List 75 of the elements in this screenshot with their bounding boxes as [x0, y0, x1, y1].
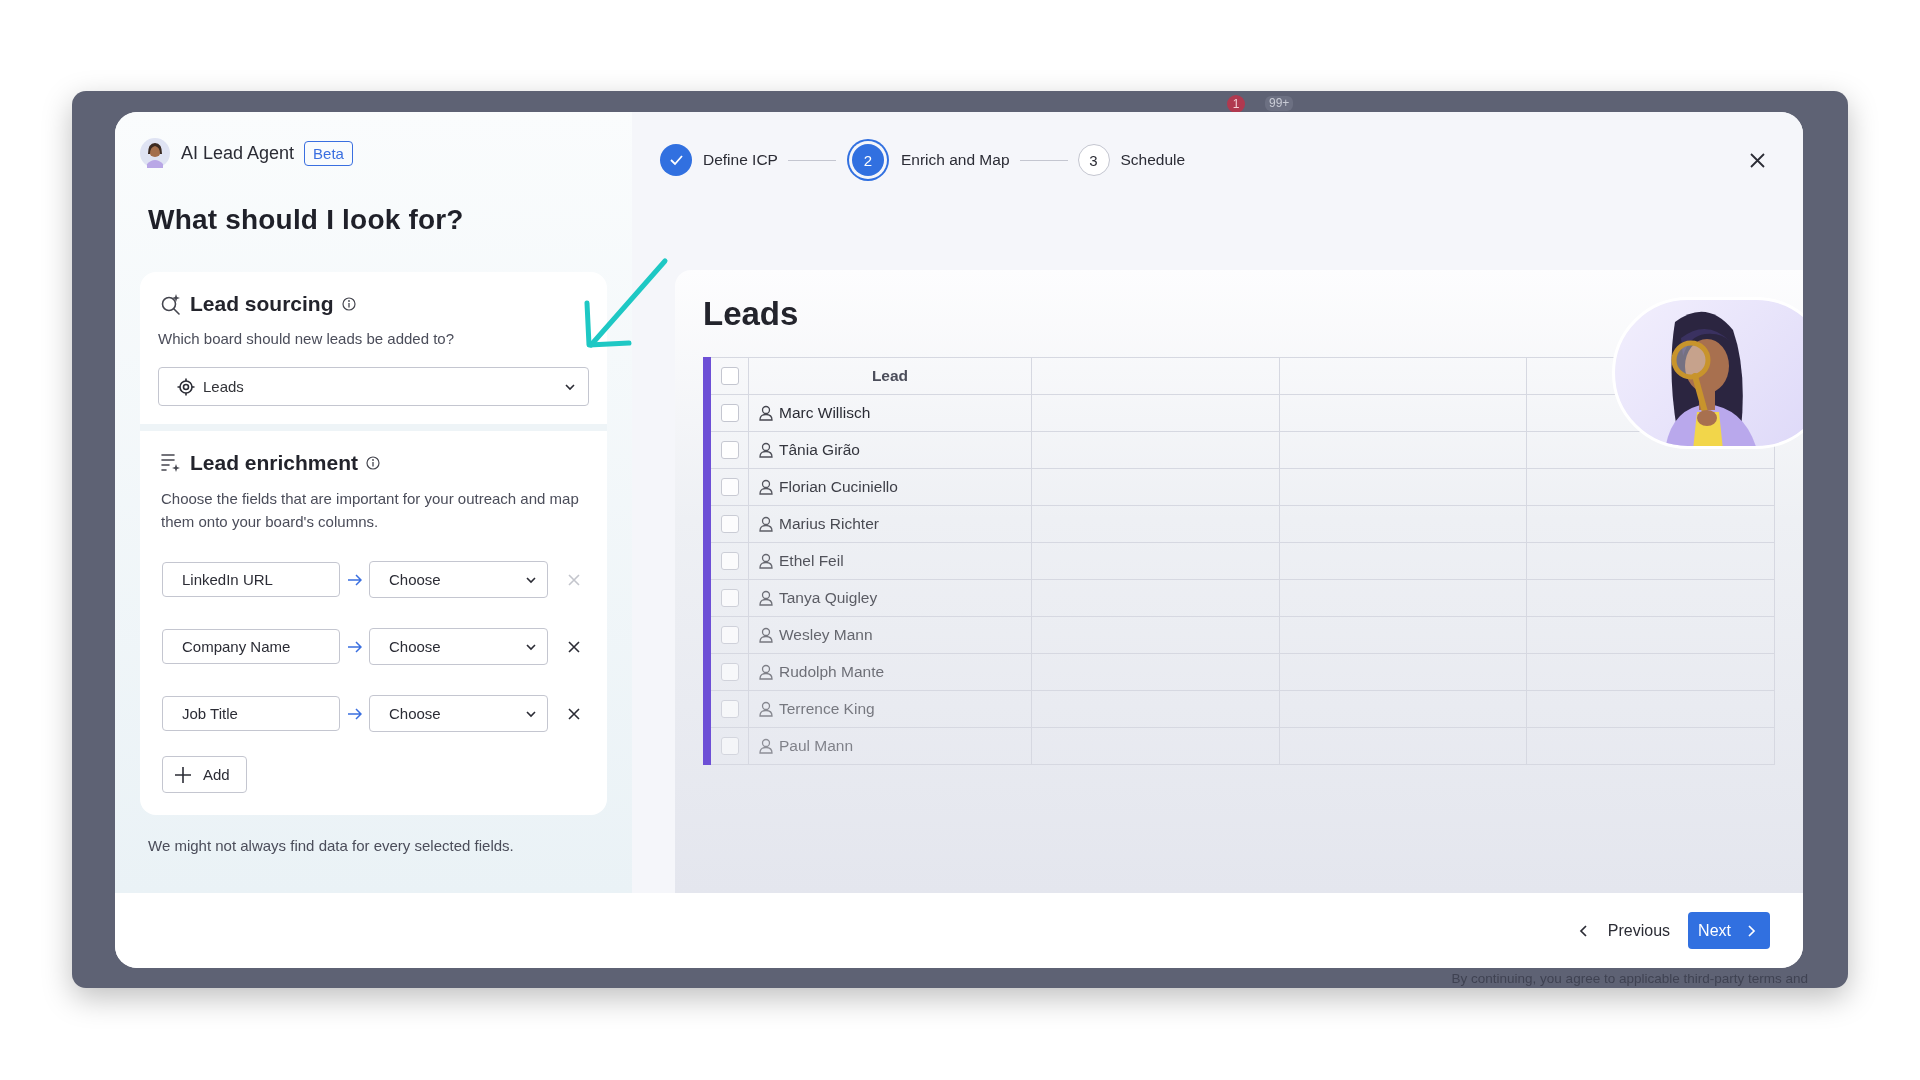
arrow-right-icon: [347, 706, 362, 721]
checkbox[interactable]: [720, 737, 739, 756]
plus-icon: [175, 766, 191, 783]
checkbox[interactable]: [720, 404, 739, 423]
checkbox[interactable]: [720, 589, 739, 608]
target-icon: [177, 377, 195, 396]
chevron-right-icon: [1747, 924, 1756, 937]
step-label: Schedule: [1120, 151, 1186, 169]
checkbox[interactable]: [720, 663, 739, 682]
notification-badge: 1: [1227, 95, 1245, 113]
add-button[interactable]: Add: [162, 756, 247, 793]
section-heading: Lead enrichment: [190, 451, 359, 475]
board-title: Leads: [703, 294, 800, 334]
checkbox[interactable]: [720, 552, 739, 571]
step-label: Enrich and Map: [900, 151, 1010, 169]
lead-name: Paul Mann: [779, 737, 854, 755]
board-question: Which board should new leads be added to?: [158, 330, 456, 347]
arrow-right-icon: [347, 572, 362, 587]
person-icon: [759, 738, 773, 754]
info-icon[interactable]: [341, 297, 356, 311]
column-dropdown[interactable]: Choose: [369, 628, 548, 665]
wizard-step[interactable]: 3 Schedule: [1077, 144, 1186, 176]
person-icon: [759, 701, 773, 717]
enrichment-description: Choose the fields that are important for your outreach and map them onto your board's columns.: [161, 489, 580, 532]
page-title: What should I look for?: [148, 204, 465, 236]
step-circle: 3: [1077, 144, 1110, 176]
dropdown-value: Leads: [203, 378, 245, 395]
field-input[interactable]: Company Name: [162, 629, 340, 664]
column-header: Lead: [748, 357, 1032, 395]
person-icon: [759, 516, 773, 532]
column-dropdown[interactable]: Choose: [369, 695, 548, 732]
close-button[interactable]: [1750, 152, 1765, 168]
lead-name: Rudolph Mante: [779, 663, 885, 681]
lead-name: Wesley Mann: [779, 626, 873, 644]
info-icon[interactable]: [366, 456, 381, 470]
beta-badge: Beta: [304, 140, 353, 166]
person-icon: [759, 590, 773, 606]
lead-name: Marc Willisch: [779, 404, 871, 422]
checkbox[interactable]: [720, 478, 739, 497]
checkbox[interactable]: [720, 700, 739, 719]
lead-name: Ethel Feil: [779, 552, 844, 570]
wizard-step[interactable]: Define ICP: [660, 144, 778, 176]
lead-name: Tânia Girão: [779, 441, 860, 459]
check-icon: [668, 153, 684, 167]
section-heading: Lead sourcing: [190, 292, 334, 316]
checkbox[interactable]: [720, 626, 739, 645]
list-sparkle-icon: [160, 452, 182, 474]
remove-button[interactable]: [566, 638, 582, 655]
disclaimer-text: We might not always find data for every selected fields.: [148, 837, 515, 854]
lead-name: Tanya Quigley: [779, 589, 878, 607]
agent-name: AI Lead Agent: [181, 142, 295, 164]
arrow-right-icon: [347, 639, 362, 654]
board-dropdown[interactable]: Leads: [158, 367, 589, 406]
step-label: Define ICP: [703, 151, 778, 169]
lead-name: Marius Richter: [779, 515, 879, 533]
lead-name: Terrence King: [779, 700, 875, 718]
checkbox[interactable]: [720, 515, 739, 534]
field-input[interactable]: Job Title: [162, 696, 340, 731]
person-icon: [759, 664, 773, 680]
person-icon: [759, 479, 773, 495]
checkbox[interactable]: [720, 367, 739, 386]
lead-name: Florian Cuciniello: [779, 478, 898, 496]
next-button[interactable]: Next: [1688, 912, 1770, 949]
search-sparkle-icon: [160, 293, 182, 315]
avatar-icon: [140, 138, 170, 168]
notification-badge: 99+: [1265, 96, 1294, 111]
previous-button[interactable]: Previous: [1578, 921, 1671, 940]
wizard-step[interactable]: 2 Enrich and Map: [845, 144, 1010, 176]
chevron-left-icon: [1578, 924, 1588, 937]
person-icon: [759, 442, 773, 458]
person-icon: [759, 553, 773, 569]
person-icon: [759, 405, 773, 421]
checkbox[interactable]: [720, 441, 739, 460]
remove-button[interactable]: [566, 705, 582, 722]
person-icon: [759, 627, 773, 643]
